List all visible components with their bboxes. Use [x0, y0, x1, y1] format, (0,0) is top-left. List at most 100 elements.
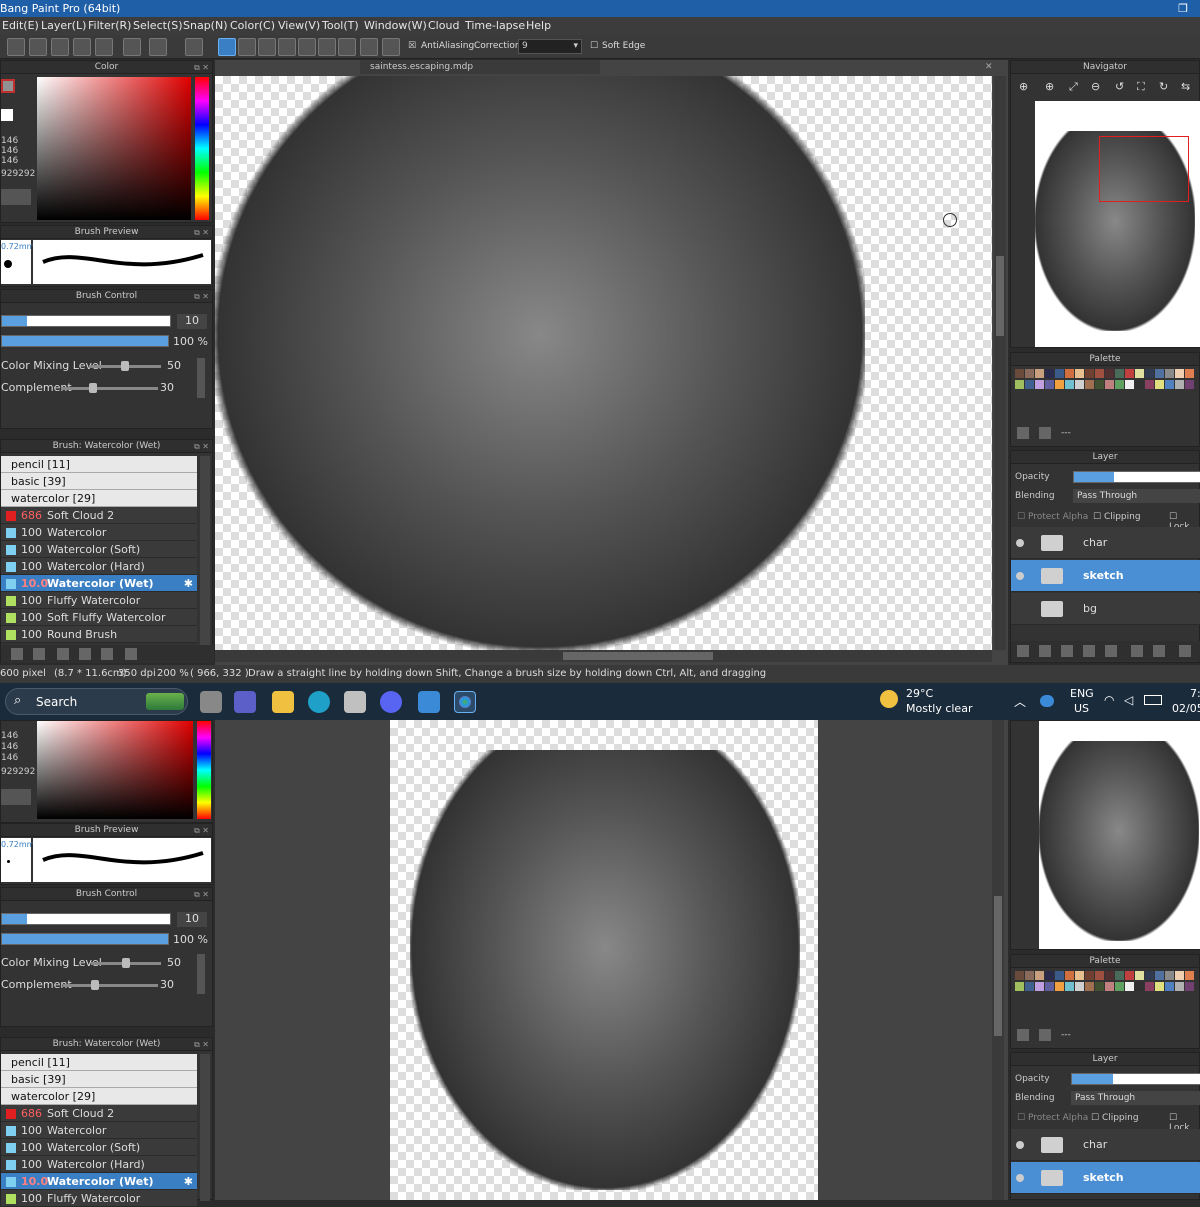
palette-swatch[interactable] [1015, 369, 1024, 378]
navigator-preview[interactable] [1035, 101, 1200, 347]
brush-list-scrollbar[interactable] [200, 456, 210, 646]
layer-opacity-bar[interactable] [1073, 471, 1200, 483]
palette-swatch[interactable] [1075, 971, 1084, 980]
trash-icon[interactable] [1039, 1029, 1051, 1041]
3d-icon[interactable] [344, 691, 366, 713]
main-color-swatch[interactable] [1, 79, 15, 93]
layer-row-bg[interactable]: bg [1011, 593, 1200, 625]
palette-grid[interactable] [1015, 971, 1200, 1007]
gear-icon[interactable]: ✱ [184, 1173, 193, 1190]
palette-swatch[interactable] [1155, 369, 1164, 378]
palette-swatch[interactable] [1065, 369, 1074, 378]
brush-size-bar[interactable] [1, 315, 171, 327]
brush-item[interactable]: 100 Watercolor (Soft) [1, 541, 197, 558]
copy-layer-icon[interactable] [1061, 645, 1073, 657]
brush-item[interactable]: 100 Watercolor (Hard) [1, 558, 197, 575]
palette-swatch[interactable] [1025, 380, 1034, 389]
mask-icon[interactable] [1153, 645, 1165, 657]
brush-item[interactable]: 100 Watercolor (Soft) [1, 1139, 197, 1156]
snap-circle-icon[interactable] [318, 38, 336, 56]
palette-swatch[interactable] [1185, 369, 1194, 378]
merge-icon[interactable] [1131, 645, 1143, 657]
menu-help[interactable]: Help [526, 19, 551, 32]
brush-group-watercolor[interactable]: watercolor [29] [1, 490, 197, 507]
palette-swatch[interactable] [1065, 982, 1074, 991]
store-icon[interactable] [418, 691, 440, 713]
palette-swatch[interactable] [1145, 380, 1154, 389]
canvas-hscrollbar[interactable] [215, 650, 992, 662]
menu-filter[interactable]: Filter(R) [88, 19, 131, 32]
palette-swatch[interactable] [1095, 982, 1104, 991]
palette-swatch[interactable] [1055, 369, 1064, 378]
palette-swatch[interactable] [1135, 369, 1144, 378]
lang-secondary[interactable]: US [1074, 702, 1089, 715]
palette-swatch[interactable] [1025, 369, 1034, 378]
brush-item[interactable]: 100 Round Brush [1, 626, 197, 643]
speech-icon[interactable] [29, 38, 47, 56]
new-palette-icon[interactable] [1017, 427, 1029, 439]
palette-swatch[interactable] [1135, 380, 1144, 389]
palette-swatch[interactable] [1035, 982, 1044, 991]
palette-swatch[interactable] [1035, 971, 1044, 980]
palette-swatch[interactable] [1155, 982, 1164, 991]
task-view-icon[interactable] [200, 691, 222, 713]
palette-swatch[interactable] [1045, 380, 1054, 389]
palette-swatch[interactable] [1065, 380, 1074, 389]
brush-size-bar[interactable] [1, 913, 171, 925]
brush-item[interactable]: 100 Fluffy Watercolor [1, 592, 197, 609]
brush-group-basic[interactable]: basic [39] [1, 1071, 197, 1088]
palette-swatch[interactable] [1135, 982, 1144, 991]
brush-item[interactable]: 100 Fluffy Watercolor [1, 1190, 197, 1207]
color-tools-icon[interactable] [1, 189, 31, 205]
complement-slider[interactable] [61, 383, 158, 393]
palette-swatch[interactable] [1095, 380, 1104, 389]
palette-swatch[interactable] [1115, 971, 1124, 980]
brush-size-value[interactable]: 10 [177, 314, 207, 329]
palette-swatch[interactable] [1175, 369, 1184, 378]
palette-swatch[interactable] [1135, 971, 1144, 980]
palette-swatch[interactable] [1165, 380, 1174, 389]
navigator-viewport[interactable] [1099, 136, 1189, 202]
list-icon[interactable] [73, 38, 91, 56]
brush-group-pencil[interactable]: pencil [11] [1, 1054, 197, 1071]
add-brush-icon[interactable] [33, 648, 45, 660]
palette-swatch[interactable] [1115, 982, 1124, 991]
complement-slider[interactable] [63, 980, 158, 990]
brush-group-pencil[interactable]: pencil [11] [1, 456, 197, 473]
grid-check-icon[interactable] [95, 38, 113, 56]
palette-swatch[interactable] [1065, 971, 1074, 980]
menu-snap[interactable]: Snap(N) [183, 19, 228, 32]
layer-row-char[interactable]: char [1011, 1129, 1200, 1161]
palette-swatch[interactable] [1125, 971, 1134, 980]
brush-control-scrollbar[interactable] [197, 358, 205, 398]
palette-swatch[interactable] [1085, 982, 1094, 991]
brush-group-basic[interactable]: basic [39] [1, 473, 197, 490]
palette-swatch[interactable] [1145, 982, 1154, 991]
mixing-knob[interactable] [121, 361, 129, 371]
snap-radial-icon[interactable] [298, 38, 316, 56]
complement-knob[interactable] [89, 383, 97, 393]
soft-edge-checkbox[interactable]: ☐ [590, 41, 598, 51]
trash-icon[interactable] [1179, 645, 1191, 657]
new-layer-icon[interactable] [1039, 645, 1051, 657]
palette-grid[interactable] [1015, 369, 1200, 405]
duplicate-icon[interactable] [101, 648, 113, 660]
palette-swatch[interactable] [1085, 380, 1094, 389]
new-brush-icon[interactable] [11, 648, 23, 660]
clock-date[interactable]: 02/05 [1172, 702, 1200, 715]
trash-icon[interactable] [125, 648, 137, 660]
palette-swatch[interactable] [1175, 971, 1184, 980]
zoom-in-icon[interactable]: ⊕ [1019, 80, 1028, 93]
layer-row-char[interactable]: char [1011, 527, 1200, 559]
antialiasing-checkbox[interactable]: ☒ [408, 41, 416, 51]
eye-icon[interactable] [1016, 572, 1024, 580]
brush-item[interactable]: 100 Watercolor [1, 1122, 197, 1139]
palette-swatch[interactable] [1075, 369, 1084, 378]
snap-ellipse-icon[interactable] [360, 38, 378, 56]
menu-color[interactable]: Color(C) [230, 19, 275, 32]
palette-swatch[interactable] [1105, 971, 1114, 980]
file-explorer-icon[interactable] [272, 691, 294, 713]
layer-row-sketch[interactable]: sketch [1011, 560, 1200, 592]
hue-bar[interactable] [195, 77, 209, 220]
menu-cloud[interactable]: Cloud [428, 19, 459, 32]
